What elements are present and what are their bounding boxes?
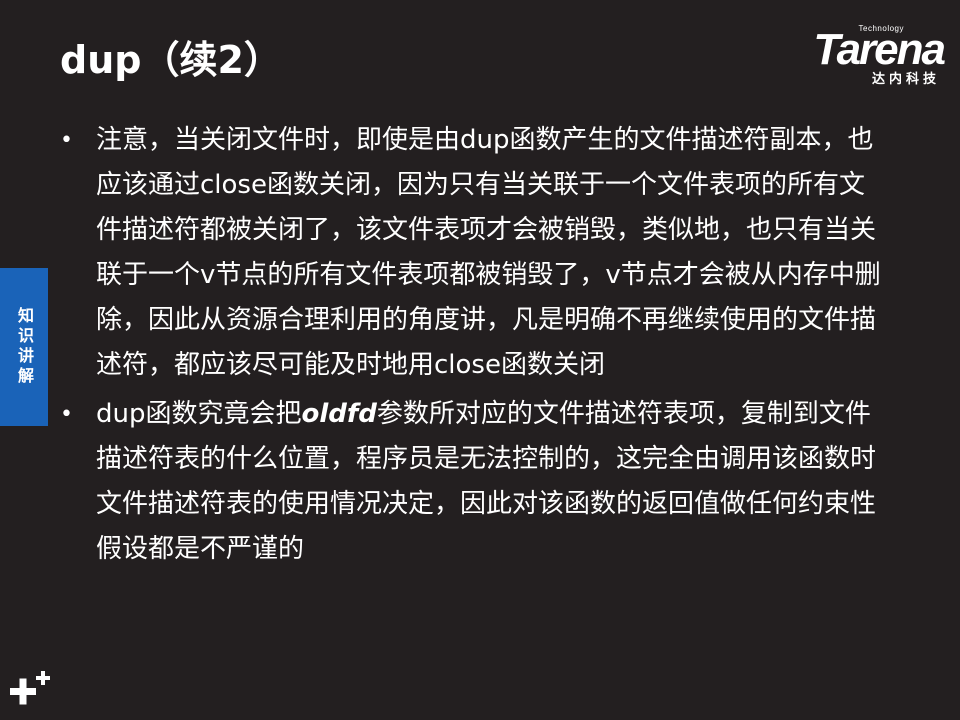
section-tab-label: 知识讲解 [15, 307, 34, 387]
bullet-text-pre: dup函数究竟会把 [96, 399, 302, 429]
bullet-emphasis: oldfd [301, 399, 377, 429]
bullet-icon: • [60, 402, 73, 427]
bullet-list: • 注意，当关闭文件时，即使是由dup函数产生的文件描述符副本，也应该通过clo… [60, 118, 890, 576]
bullet-item: • 注意，当关闭文件时，即使是由dup函数产生的文件描述符副本，也应该通过clo… [60, 118, 890, 388]
slide-title: dup（续2） [60, 38, 282, 82]
bullet-icon: • [60, 128, 73, 153]
plus-decoration-icon [10, 671, 50, 705]
section-tab: 知识讲解 [0, 268, 48, 426]
bullet-item: • dup函数究竟会把oldfd参数所对应的文件描述符表项，复制到文件描述符表的… [60, 392, 890, 572]
logo-subtitle: 达内科技 [871, 72, 940, 87]
bullet-text: 注意，当关闭文件时，即使是由dup函数产生的文件描述符副本，也应该通过close… [96, 125, 881, 380]
tarena-logo: Technology Tarena 达内科技 [774, 24, 946, 87]
logo-wordmark: Tarena [813, 25, 946, 74]
